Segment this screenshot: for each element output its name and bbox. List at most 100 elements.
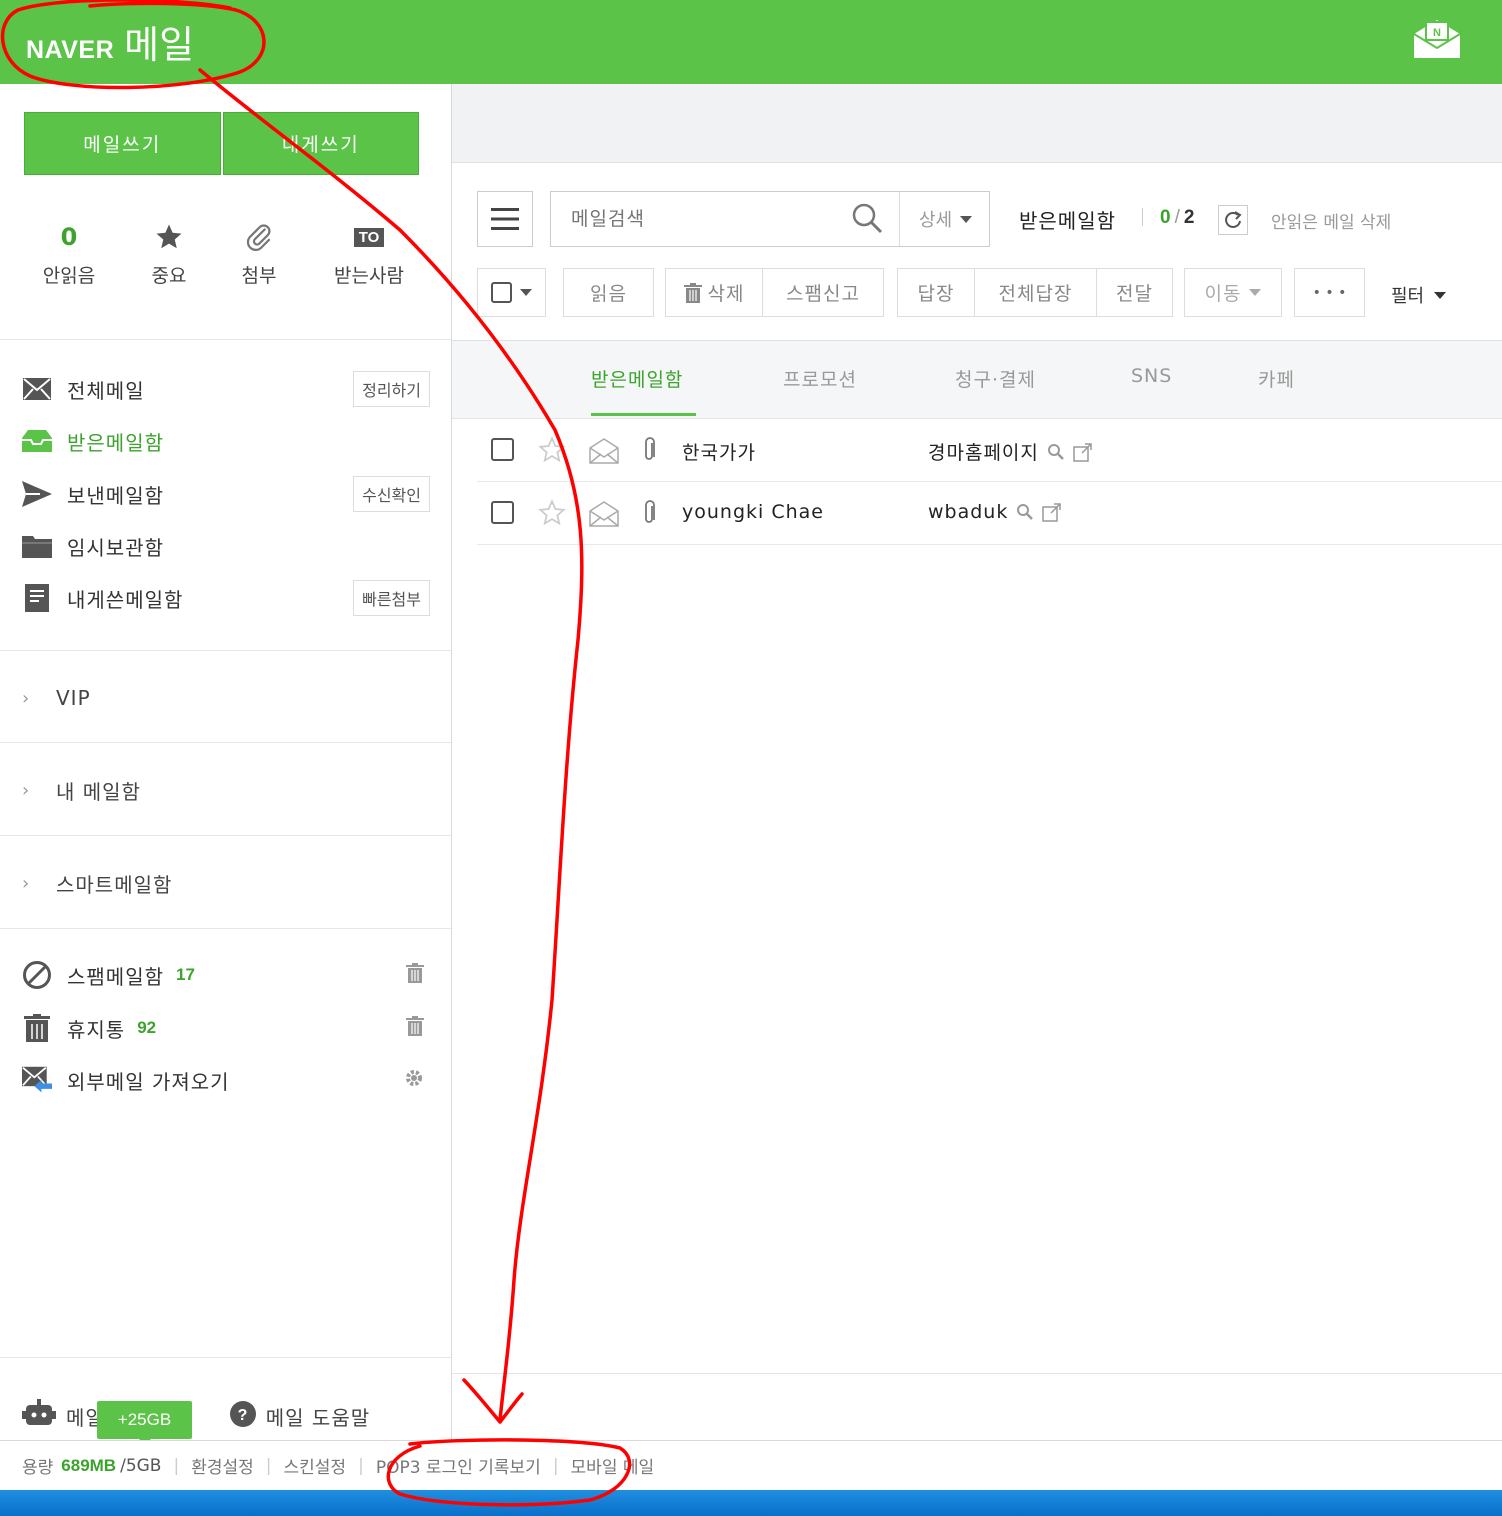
tab-cafe[interactable]: 카페: [1258, 365, 1295, 392]
quick-attachment[interactable]: 첨부: [214, 219, 304, 288]
mail-row[interactable]: youngki Chae wbaduk: [477, 482, 1502, 545]
help-link[interactable]: ? 메일 도움말: [229, 1401, 370, 1432]
tab-sns[interactable]: SNS: [1131, 365, 1172, 387]
mail-subject[interactable]: wbaduk: [928, 501, 1062, 523]
folder-sent[interactable]: 보낸메일함 수신확인: [22, 474, 432, 514]
storage-upgrade-badge[interactable]: +25GB: [97, 1401, 192, 1439]
folder-label: 임시보관함: [67, 535, 164, 560]
magnifier-icon[interactable]: [1047, 443, 1065, 461]
mark-read-button[interactable]: 읽음: [563, 268, 654, 317]
star-outline-icon[interactable]: [538, 499, 566, 531]
pop3-login-log-link[interactable]: POP3 로그인 기록보기: [376, 1453, 541, 1478]
delete-label: 삭제: [707, 283, 745, 305]
separator: |: [173, 1455, 180, 1476]
group-label: VIP: [56, 686, 91, 710]
reply-all-button[interactable]: 전체답장: [974, 269, 1096, 316]
open-new-window-icon[interactable]: [1073, 442, 1093, 462]
select-all-dropdown[interactable]: [477, 268, 546, 317]
paperclip-icon: [246, 224, 271, 252]
write-to-me-button[interactable]: 내게쓰기: [222, 112, 419, 175]
footer-bar: 용량 689MB /5GB | 환경설정 | 스킨설정 | POP3 로그인 기…: [0, 1440, 1502, 1490]
mail-sender[interactable]: 한국가가: [682, 438, 756, 465]
tab-promotion[interactable]: 프로모션: [783, 365, 857, 392]
mailbox-title: 받은메일함: [1019, 209, 1116, 233]
delete-unread-link[interactable]: 안읽은 메일 삭제: [1271, 208, 1391, 233]
divider: [0, 928, 451, 929]
more-icon: • • •: [1312, 284, 1347, 301]
folder-spam[interactable]: 스팸메일함 17: [22, 955, 432, 995]
tab-inbox[interactable]: 받은메일함: [591, 365, 683, 392]
naver-mail-envelope-icon[interactable]: N: [1412, 16, 1462, 60]
move-dropdown[interactable]: 이동: [1184, 268, 1282, 317]
refresh-button[interactable]: [1218, 205, 1248, 235]
folder-external-mail[interactable]: 외부메일 가져오기: [22, 1060, 432, 1100]
open-new-window-icon[interactable]: [1042, 502, 1062, 522]
divider: [0, 742, 451, 743]
star-outline-icon[interactable]: [538, 436, 566, 468]
folder-inbox[interactable]: 받은메일함: [22, 421, 432, 461]
unread-mail-count[interactable]: 0: [1160, 207, 1171, 228]
report-spam-button[interactable]: 스팸신고: [762, 269, 883, 316]
empty-spam-trash-icon[interactable]: [406, 963, 424, 987]
robot-icon: [22, 1399, 56, 1434]
empty-trash-icon[interactable]: [406, 1016, 424, 1040]
hamburger-icon: [491, 208, 519, 230]
forward-button[interactable]: 전달: [1096, 269, 1172, 316]
unread-count: 0: [60, 223, 78, 251]
write-mail-button[interactable]: 메일쓰기: [24, 112, 221, 175]
folder-all-mail[interactable]: 전체메일 정리하기: [22, 369, 432, 409]
quick-important[interactable]: 중요: [124, 219, 214, 288]
separator: [1142, 208, 1143, 226]
mobile-mail-link[interactable]: 모바일 메일: [571, 1453, 655, 1478]
separator: |: [265, 1455, 272, 1476]
usage-total: /5GB: [120, 1455, 162, 1476]
gear-icon[interactable]: [404, 1068, 424, 1092]
mail-checkbox[interactable]: [491, 438, 514, 461]
organize-button[interactable]: 정리하기: [353, 371, 430, 407]
group-vip[interactable]: › VIP: [22, 678, 442, 718]
select-all-checkbox[interactable]: [491, 282, 512, 303]
brand-name: NAVER: [26, 36, 115, 64]
magnifier-icon[interactable]: [1016, 503, 1034, 521]
delete-button[interactable]: 삭제: [666, 269, 762, 316]
filter-dropdown[interactable]: 필터: [1391, 282, 1447, 308]
block-icon: [22, 960, 52, 990]
attachment-icon[interactable]: [640, 500, 658, 530]
folder-label: 내게쓴메일함: [67, 587, 184, 612]
folder-trash[interactable]: 휴지통 92: [22, 1008, 432, 1048]
skin-settings-link[interactable]: 스킨설정: [284, 1453, 347, 1478]
folder-label: 휴지통: [67, 1017, 126, 1042]
mail-checkbox[interactable]: [491, 501, 514, 524]
more-button[interactable]: • • •: [1294, 268, 1365, 317]
group-smart-mailbox[interactable]: › 스마트메일함: [22, 863, 442, 903]
reply-button[interactable]: 답장: [898, 269, 974, 316]
hamburger-menu-button[interactable]: [477, 191, 533, 247]
envelope-open-icon: [589, 501, 619, 531]
mail-row[interactable]: 한국가가 경마홈페이지: [477, 419, 1502, 482]
mail-sender[interactable]: youngki Chae: [682, 501, 824, 523]
tab-billing[interactable]: 청구·결제: [955, 365, 1036, 392]
group-my-mailbox[interactable]: › 내 메일함: [22, 770, 442, 810]
attachment-icon[interactable]: [640, 437, 658, 467]
search-icon[interactable]: [851, 202, 883, 238]
separator: |: [358, 1455, 364, 1476]
reply-group: 답장 전체답장 전달: [897, 268, 1173, 317]
folder-to-me[interactable]: 내게쓴메일함 빠른첨부: [22, 578, 432, 618]
chevron-right-icon: ›: [22, 687, 30, 709]
naver-mail-logo[interactable]: NAVER 메일: [26, 14, 194, 69]
note-icon: [22, 583, 52, 613]
mail-subject[interactable]: 경마홈페이지: [928, 438, 1093, 465]
quick-unread-label: 안읽음: [42, 265, 96, 287]
quick-unread[interactable]: 0 안읽음: [24, 219, 114, 288]
quick-attachment-label: 첨부: [241, 265, 277, 287]
folder-drafts[interactable]: 임시보관함: [22, 526, 432, 566]
mail-search-box: 상세: [550, 191, 990, 247]
read-receipt-button[interactable]: 수신확인: [353, 476, 430, 512]
settings-link[interactable]: 환경설정: [191, 1453, 254, 1478]
quick-attach-button[interactable]: 빠른첨부: [353, 580, 430, 616]
divider: [452, 1373, 1502, 1374]
delete-spam-group: 삭제 스팸신고: [665, 268, 884, 317]
search-input[interactable]: [551, 208, 841, 230]
quick-to-me[interactable]: TO 받는사람: [324, 219, 414, 288]
search-detail-dropdown[interactable]: 상세: [899, 192, 991, 246]
